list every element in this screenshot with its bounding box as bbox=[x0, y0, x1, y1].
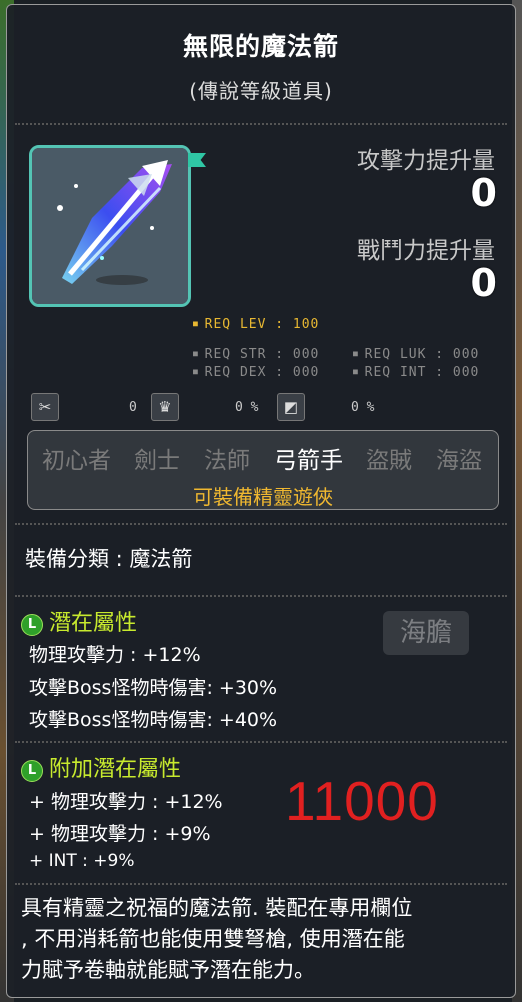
divider bbox=[15, 123, 507, 125]
bonus-potential-title: 附加潛在屬性 bbox=[49, 757, 182, 782]
description-line: , 不用消耗箭也能使用雙弩槍, 使用潛在能 bbox=[21, 927, 405, 951]
bonus-potential-line: + 物理攻擊力 : +9% bbox=[29, 823, 211, 845]
potential-line: 攻擊Boss怪物時傷害: +40% bbox=[29, 709, 278, 731]
description-line: 力賦予卷軸就能賦予潛在能力。 bbox=[21, 958, 315, 982]
flag-icon bbox=[188, 153, 206, 167]
item-name: 無限的魔法箭 bbox=[182, 32, 339, 61]
job-thief: 盜賊 bbox=[366, 448, 412, 474]
equipment-category: 裝備分類 : 魔法箭 bbox=[25, 547, 193, 571]
job-magician: 法師 bbox=[204, 448, 250, 474]
scissors-icon: ✂ bbox=[31, 393, 59, 421]
job-beginner: 初心者 bbox=[42, 448, 111, 474]
job-requirements-box: 初心者 劍士 法師 弓箭手 盜賊 海盜 可裝備精靈遊俠 bbox=[27, 430, 499, 510]
bonus-potential-header: L 附加潛在屬性 bbox=[21, 751, 181, 783]
divider bbox=[15, 523, 507, 525]
req-int: REQ INT : 000 bbox=[353, 365, 479, 380]
combat-increase-label: 戰鬥力提升量 bbox=[357, 238, 495, 264]
attack-increase-label: 攻擊力提升量 bbox=[357, 148, 495, 174]
req-str: REQ STR : 000 bbox=[193, 347, 319, 362]
req-luk: REQ LUK : 000 bbox=[353, 347, 479, 362]
crown-icon: ♛ bbox=[151, 393, 179, 421]
equippable-class-note: 可裝備精靈遊俠 bbox=[193, 485, 333, 509]
divider bbox=[15, 741, 507, 743]
background-label: 海膽 bbox=[383, 611, 469, 655]
upgrade-count: 0 bbox=[129, 400, 137, 415]
potential-title: 潛在屬性 bbox=[49, 611, 138, 636]
legendary-potential-icon: L bbox=[21, 760, 43, 782]
job-warrior: 劍士 bbox=[134, 448, 180, 474]
req-level: REQ LEV : 100 bbox=[193, 317, 319, 332]
divider bbox=[15, 883, 507, 885]
item-tooltip: 無限的魔法箭 (傳說等級道具) 攻擊力提升量 0 戰鬥力提升量 0 ■ REQ … bbox=[6, 4, 516, 998]
shield-icon: ◩ bbox=[277, 393, 305, 421]
divider bbox=[15, 595, 507, 597]
ignore-defense-percent: 0 % bbox=[351, 400, 375, 415]
item-description: 具有精靈之祝福的魔法箭. 裝配在專用欄位 , 不用消耗箭也能使用雙弩槍, 使用潛… bbox=[21, 893, 499, 986]
potential-header: L 潛在屬性 bbox=[21, 605, 137, 637]
bonus-potential-line: + 物理攻擊力 : +12% bbox=[29, 791, 223, 813]
legendary-potential-icon: L bbox=[21, 614, 43, 636]
bonus-potential-line: + INT : +9% bbox=[29, 851, 135, 871]
overlay-number: 11000 bbox=[285, 770, 439, 832]
job-pirate: 海盜 bbox=[436, 448, 482, 474]
potential-line: 物理攻擊力 : +12% bbox=[29, 644, 201, 666]
attack-increase-value: 0 bbox=[470, 171, 497, 215]
description-line: 具有精靈之祝福的魔法箭. 裝配在專用欄位 bbox=[21, 896, 413, 920]
job-bowman: 弓箭手 bbox=[274, 448, 343, 474]
boss-damage-percent: 0 % bbox=[235, 400, 259, 415]
item-grade: (傳說等級道具) bbox=[189, 79, 333, 103]
req-dex: REQ DEX : 000 bbox=[193, 365, 319, 380]
combat-increase-value: 0 bbox=[470, 261, 497, 305]
potential-line: 攻擊Boss怪物時傷害: +30% bbox=[29, 677, 278, 699]
magic-arrow-item-icon bbox=[29, 145, 191, 307]
